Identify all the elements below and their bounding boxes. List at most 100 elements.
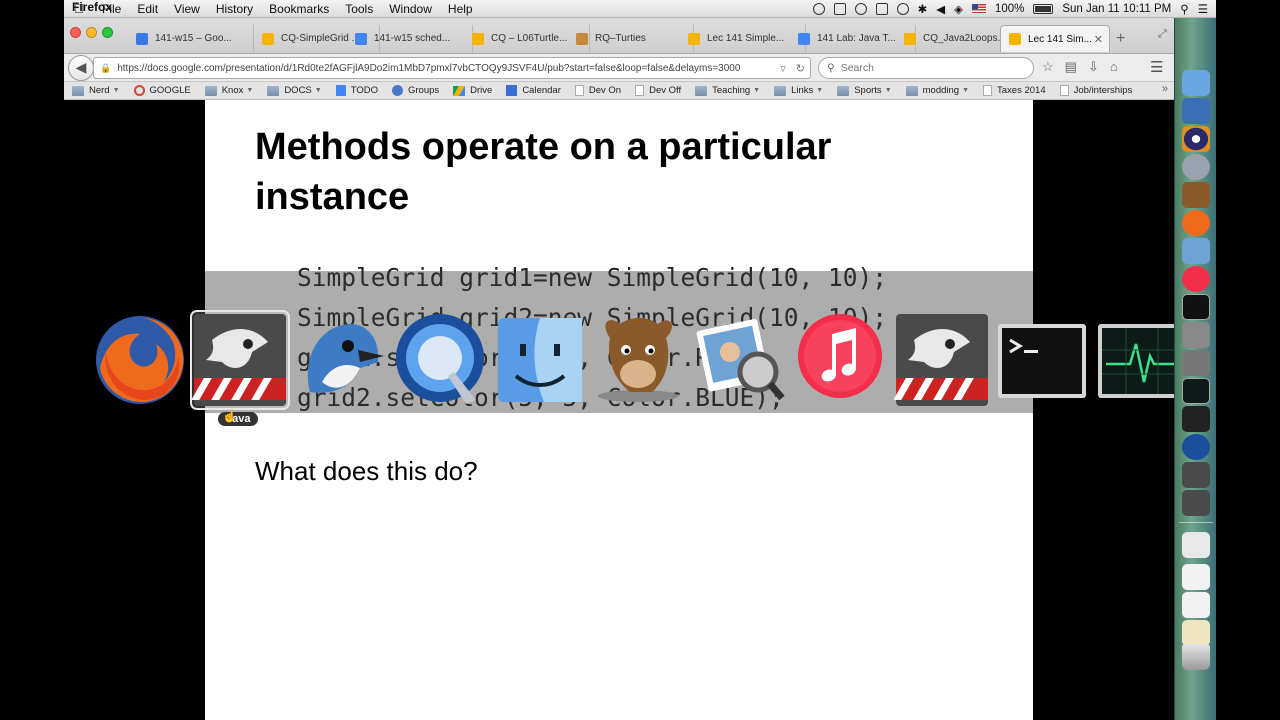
download-icon[interactable]: ⇩ [1088,59,1099,75]
java-dock-icon[interactable] [1182,490,1210,516]
terminal-dock-icon[interactable] [1182,294,1210,320]
menu-history[interactable]: History [208,2,261,16]
home-icon[interactable]: ⌂ [1110,59,1118,75]
url-text[interactable]: https://docs.google.com/presentation/d/1… [117,63,775,74]
java-dock-icon[interactable] [1182,462,1210,488]
search-box[interactable]: ⚲ Search [818,57,1034,79]
cyberduck-icon[interactable] [292,312,388,408]
bookmark-nerd[interactable]: Nerd ▼ [72,85,120,96]
tab-141-w15-schedule[interactable]: 141-w15 sched... [347,25,473,52]
preview-dock-icon[interactable] [1182,238,1210,264]
trash-icon[interactable] [1182,644,1210,670]
bookmark-taxes-2014[interactable]: Taxes 2014 [983,85,1046,96]
tab-lec-141-sim-active[interactable]: Lec 141 Sim... ✕ [1000,25,1110,52]
document-stack-icon[interactable] [1182,592,1210,618]
document-stack-icon[interactable] [1182,564,1210,590]
quicktime-dock-icon[interactable] [1182,434,1210,460]
close-tab-icon[interactable]: ✕ [1094,33,1103,46]
slides-favicon-icon [472,32,484,45]
bookmark-dev-on[interactable]: Dev On [574,85,621,96]
bookmark-teaching[interactable]: Teaching ▼ [695,85,760,96]
downloads-stack-icon[interactable] [1182,620,1210,646]
back-button[interactable]: ◀ [68,55,94,81]
quicktime-icon[interactable] [392,310,488,406]
bookmark-drive[interactable]: Drive [453,85,492,96]
applications-stack-icon[interactable] [1182,532,1210,558]
clock[interactable]: Sun Jan 11 10:11 PM [1062,3,1171,15]
bookmark-links[interactable]: Links ▼ [774,85,823,96]
activity-monitor-dock-icon[interactable] [1182,378,1210,404]
time-machine-icon[interactable] [896,2,909,15]
menu-tools[interactable]: Tools [337,2,381,16]
bookmark-job-interships[interactable]: Job/interships [1059,85,1132,96]
slides-favicon-icon [262,32,274,45]
battery-icon[interactable] [1033,3,1054,14]
s-status-icon[interactable] [875,2,888,15]
java-icon[interactable] [894,312,990,408]
bookmark-todo[interactable]: TODO [335,85,378,96]
menu-extras: ✱ ◀ ◈ 100% Sun Jan 11 10:11 PM ⚲ ☰ [812,2,1216,16]
tab-141-w15[interactable]: 141-w15 – Goo... [128,25,254,52]
menu-window[interactable]: Window [381,2,440,16]
folder-icon [204,85,217,96]
itunes-dock-icon[interactable] [1182,266,1210,292]
preview-icon[interactable] [690,310,786,406]
terminal-icon[interactable] [994,314,1090,410]
firefox-icon[interactable] [92,312,188,408]
bookmark-modding[interactable]: modding ▼ [905,85,969,96]
bookmark-groups[interactable]: Groups [391,85,439,96]
menu-help[interactable]: Help [440,2,481,16]
itunes-icon[interactable] [792,308,888,404]
fullscreen-icon[interactable]: ⤢ [1158,28,1167,41]
us-flag-input-icon[interactable] [971,4,986,13]
page-icon [1059,85,1069,96]
gimp-icon[interactable] [590,308,686,404]
eclipse-dock-icon[interactable] [1182,126,1210,152]
launchpad-dock-icon[interactable] [1182,154,1210,180]
reading-list-icon[interactable]: ▤ [1065,59,1077,75]
finder-icon[interactable] [492,312,588,408]
new-tab-button[interactable]: + [1116,30,1125,48]
docs-favicon-icon [355,32,367,45]
volume-icon[interactable]: ◀ [936,2,945,16]
bookmark-calendar[interactable]: Calendar [506,85,561,96]
bookmark-docs[interactable]: DOCS ▼ [267,85,322,96]
dropbox-icon[interactable] [833,2,846,15]
moodle-favicon-icon [576,32,588,45]
menu-bookmarks[interactable]: Bookmarks [261,2,337,16]
utility-dock-icon[interactable] [1182,350,1210,376]
bookmark-knox[interactable]: Knox ▼ [204,85,253,96]
more-bookmarks-icon[interactable]: » [1162,83,1168,95]
minimize-window-button[interactable] [86,27,97,38]
wifi-icon[interactable]: ◈ [954,2,963,16]
finder-dock-icon[interactable] [1182,70,1210,96]
screen-record-icon[interactable] [812,2,825,15]
bluetooth-icon[interactable]: ✱ [918,2,928,16]
tab-rq-turties[interactable]: RQ–Turties [568,25,694,52]
java-app-selected[interactable] [151,310,290,410]
bookmark-star-icon[interactable]: ☆ [1042,59,1054,75]
url-dropdown-icon[interactable]: ▿ [780,62,786,75]
firefox-dock-icon[interactable] [1182,210,1210,236]
bookmark-google[interactable]: GOOGLE [133,85,191,96]
close-window-button[interactable] [70,27,81,38]
spotlight-icon[interactable]: ⚲ [1180,2,1188,16]
system-preferences-dock-icon[interactable] [1182,322,1210,348]
reload-icon[interactable]: ↻ [796,62,805,75]
no-entry-icon[interactable] [854,2,867,15]
menu-view[interactable]: View [166,2,208,16]
lock-icon[interactable]: 🔒 [100,63,111,74]
gimp-dock-icon[interactable] [1182,182,1210,208]
tab-lec-141-simple[interactable]: Lec 141 Simple... [680,25,806,52]
bookmark-sports[interactable]: Sports ▼ [837,85,892,96]
bookmark-dev-off[interactable]: Dev Off [635,85,681,96]
cyberduck-dock-icon[interactable] [1182,98,1210,124]
chevron-down-icon: ▼ [884,87,892,94]
url-bar[interactable]: 🔒 https://docs.google.com/presentation/d… [93,57,811,79]
chevron-down-icon: ▼ [816,87,824,94]
slides-favicon-icon [1009,33,1021,45]
console-dock-icon[interactable] [1182,406,1210,432]
notification-center-icon[interactable]: ☰ [1198,2,1208,16]
zoom-window-button[interactable] [102,27,113,38]
hamburger-menu-icon[interactable]: ☰ [1150,58,1163,76]
